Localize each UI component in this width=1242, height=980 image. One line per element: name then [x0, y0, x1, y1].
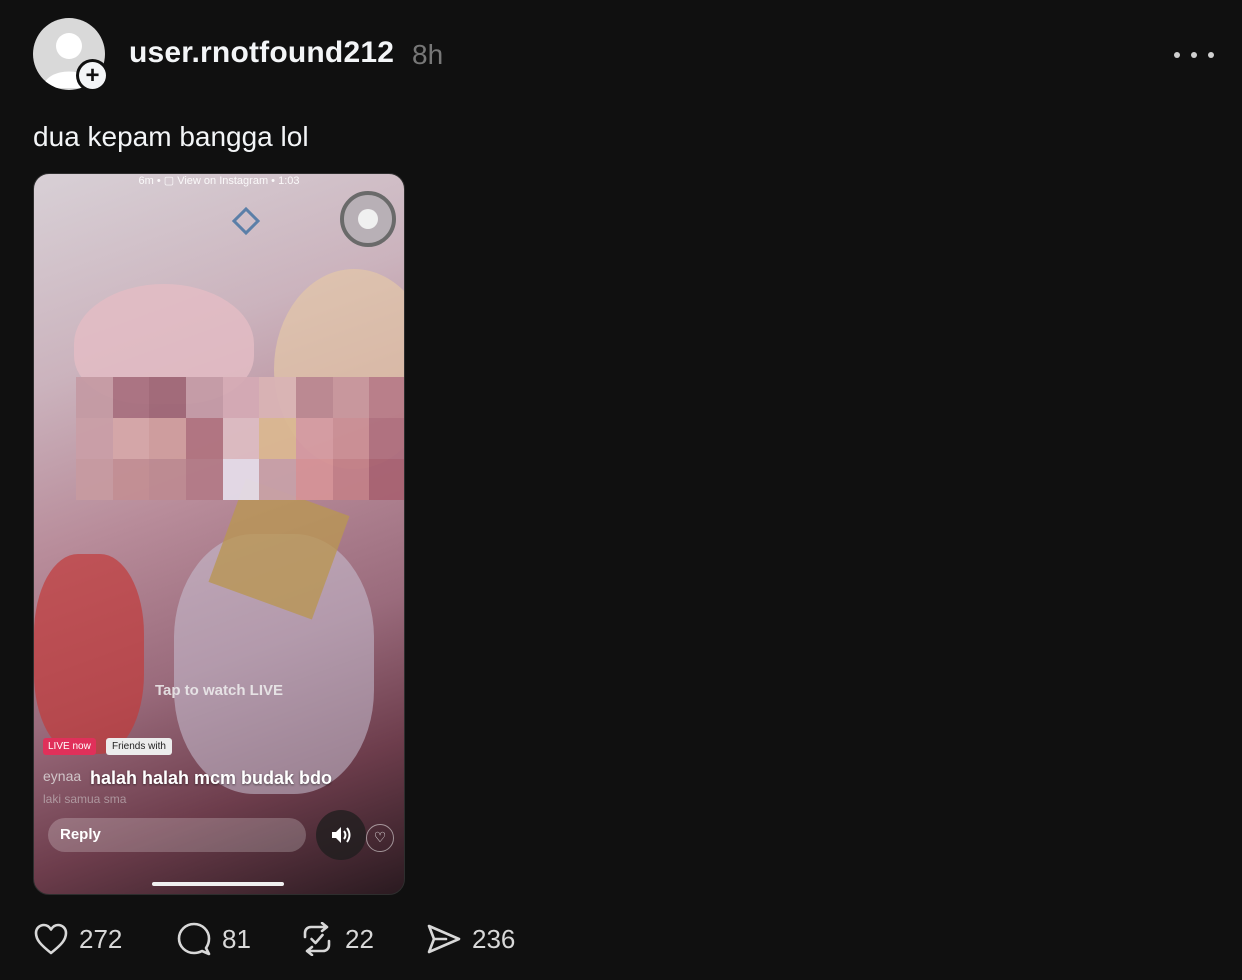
home-indicator [152, 882, 284, 886]
post-time: 8h [412, 39, 444, 70]
media-top-bar: 6m • ▢ View on Instagram • 1:03 [138, 175, 300, 187]
like-button[interactable]: 272 [33, 922, 122, 956]
sound-icon [332, 827, 351, 843]
share-button[interactable]: 236 [426, 922, 515, 956]
live-badge: LIVE now [43, 738, 96, 755]
record-icon [340, 191, 396, 247]
comment-text: halah halah mcm budak bdo [90, 768, 333, 788]
censor-pixelation [76, 377, 404, 500]
comment-username: eynaa [43, 768, 82, 784]
media-shape [34, 554, 144, 754]
comment-subtext: laki samua sma [43, 792, 127, 806]
share-count: 236 [472, 923, 516, 954]
reply-input: Reply [48, 818, 306, 852]
mini-heart-icon: ♡ [366, 824, 394, 852]
repost-count: 22 [345, 923, 374, 954]
repost-icon [303, 922, 331, 956]
friends-badge: Friends with [106, 738, 172, 755]
share-icon [427, 924, 461, 954]
more-options-button[interactable] [1174, 48, 1214, 62]
username[interactable]: user.rnotfound212 [129, 36, 394, 70]
sound-button[interactable] [316, 810, 366, 860]
follow-plus-icon: + [79, 62, 106, 89]
repost-button[interactable]: 22 [299, 922, 374, 956]
heart-icon [34, 923, 68, 955]
comment-button[interactable]: 81 [176, 922, 251, 956]
comment-icon [177, 922, 211, 956]
tap-to-watch-live: Tap to watch LIVE [154, 682, 284, 699]
follow-button[interactable]: + [76, 59, 109, 92]
more-options-icon [1174, 52, 1180, 58]
post-media[interactable]: 6m • ▢ View on Instagram • 1:03 Tap to w… [33, 173, 405, 895]
like-count: 272 [79, 923, 123, 954]
diamond-icon [231, 206, 261, 236]
post-caption: dua kepam bangga lol [33, 121, 309, 152]
comment-count: 81 [222, 923, 251, 954]
